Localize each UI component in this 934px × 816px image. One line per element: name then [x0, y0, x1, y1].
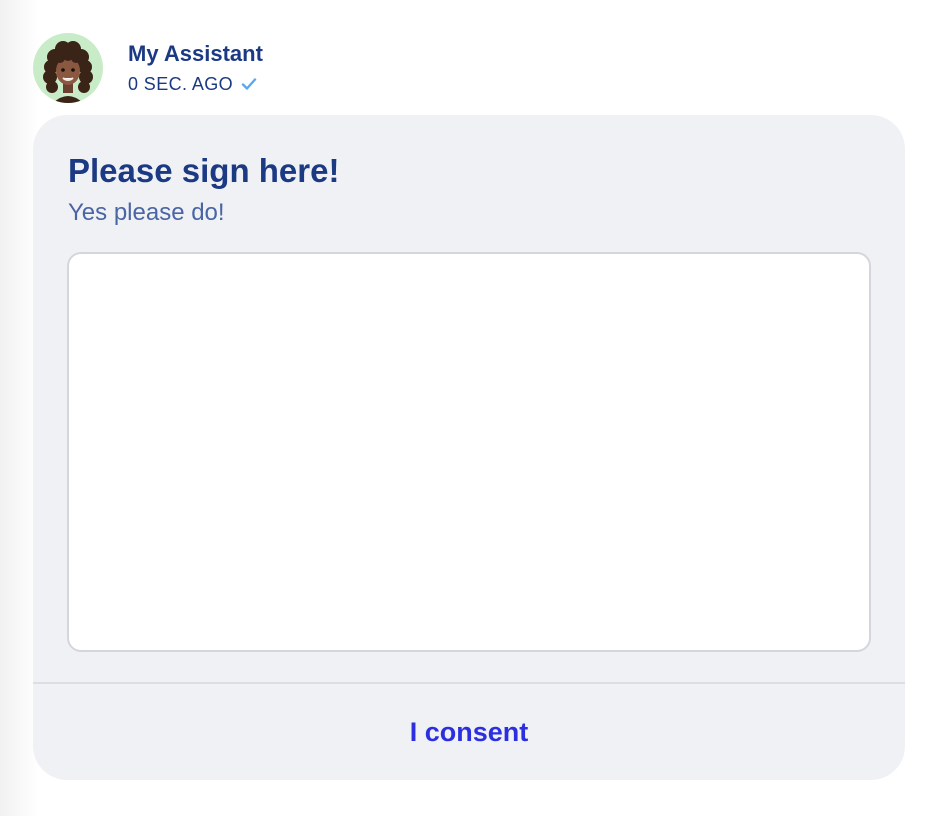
message-timestamp: 0 SEC. AGO: [128, 74, 234, 94]
sender-name: My Assistant: [128, 41, 263, 66]
memoji-avatar-icon: [43, 41, 93, 103]
card-title: Please sign here!: [68, 152, 340, 189]
message-meta: My Assistant 0 SEC. AGO: [128, 41, 263, 95]
card-subtitle: Yes please do!: [68, 199, 225, 226]
timestamp-row: 0 SEC. AGO: [128, 73, 263, 95]
avatar: [33, 33, 103, 103]
signature-pad[interactable]: [67, 252, 871, 652]
check-icon: [241, 78, 257, 90]
signature-card: Please sign here! Yes please do! I conse…: [33, 115, 905, 780]
message-header: My Assistant 0 SEC. AGO: [33, 33, 263, 103]
consent-button[interactable]: I consent: [33, 684, 905, 780]
